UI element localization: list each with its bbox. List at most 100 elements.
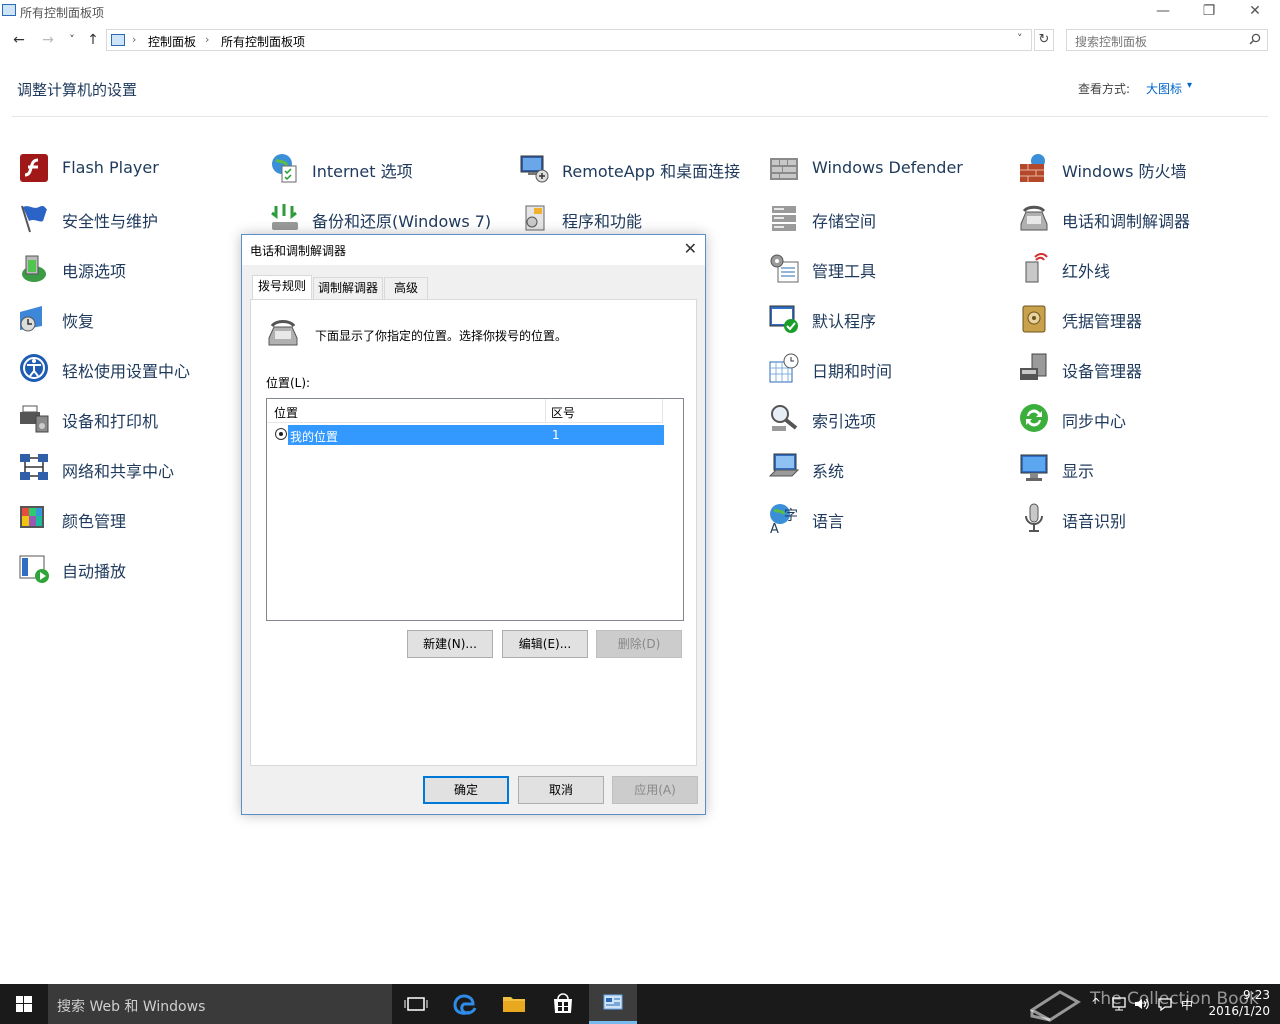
chevron-down-icon[interactable]: ▾ (1187, 80, 1192, 91)
window-titlebar: 所有控制面板项 — ❐ ✕ (0, 0, 1280, 24)
edit-location-button[interactable]: 编辑(E)... (502, 630, 588, 658)
windows-defender-icon (770, 158, 798, 180)
autoplay-icon (19, 555, 49, 583)
ok-button[interactable]: 确定 (423, 776, 509, 804)
item-label: 网络和共享中心 (62, 462, 175, 481)
new-location-button[interactable]: 新建(N)... (407, 630, 493, 658)
item-label: 电源选项 (62, 262, 127, 281)
ease-of-access-icon (20, 354, 48, 382)
list-header: 位置 区号 (267, 399, 663, 423)
dialog-description: 下面显示了你指定的位置。选择你拨号的位置。 (315, 329, 568, 343)
item-label: 语言 (812, 512, 845, 531)
search-input[interactable]: 搜索控制面板 (1066, 29, 1268, 51)
breadcrumb-all-items[interactable]: 所有控制面板项 (221, 33, 305, 50)
admin-tools-icon (770, 254, 799, 283)
clock-date: 2016/1/20 (1208, 1004, 1270, 1018)
address-bar[interactable]: › 控制面板 › 所有控制面板项 ˅ (106, 29, 1032, 51)
item-label: RemoteApp 和桌面连接 (562, 162, 741, 181)
system-icon (768, 453, 800, 477)
item-label: 程序和功能 (562, 212, 643, 231)
item-label: 电话和调制解调器 (1062, 212, 1191, 231)
minimize-button[interactable]: — (1140, 0, 1186, 24)
ime-indicator[interactable]: 中 (1181, 996, 1193, 1013)
dialog-title: 电话和调制解调器 (250, 244, 347, 258)
item-label: 日期和时间 (812, 362, 893, 381)
back-button[interactable]: ← (9, 30, 29, 50)
storage-spaces-icon (772, 206, 796, 231)
column-header-area-code[interactable]: 区号 (551, 404, 575, 421)
address-dropdown-icon[interactable]: ˅ (1017, 32, 1023, 45)
window-title: 所有控制面板项 (20, 6, 105, 20)
taskbar-search-input[interactable]: 搜索 Web 和 Windows (48, 984, 392, 1024)
taskbar: 搜索 Web 和 Windows The Collection Book ^ 中… (0, 984, 1280, 1024)
breadcrumb-separator[interactable]: › (205, 33, 209, 46)
column-separator[interactable] (662, 399, 663, 423)
item-label: 凭据管理器 (1062, 312, 1143, 331)
item-label: 显示 (1062, 462, 1095, 481)
dialing-rules-page: 下面显示了你指定的位置。选择你拨号的位置。 位置(L): 位置 区号 我的位置 … (250, 299, 697, 766)
file-explorer-icon[interactable] (490, 984, 538, 1024)
search-placeholder: 搜索控制面板 (1075, 35, 1148, 49)
item-label: 设备管理器 (1062, 362, 1143, 381)
close-button[interactable]: ✕ (1232, 0, 1278, 24)
forward-button[interactable]: → (38, 30, 58, 50)
display-icon (1020, 454, 1048, 481)
selected-location-radio[interactable] (275, 428, 287, 440)
tab-dialing-rules[interactable]: 拨号规则 (252, 275, 312, 299)
network-sharing-icon (20, 454, 48, 480)
svg-text:字: 字 (784, 508, 798, 524)
tab-advanced[interactable]: 高级 (384, 277, 428, 299)
windows-start-icon[interactable] (0, 984, 48, 1024)
recovery-icon (20, 306, 42, 332)
edge-browser-icon[interactable] (442, 984, 490, 1024)
locations-list[interactable]: 位置 区号 我的位置 1 (266, 398, 684, 621)
credential-manager-icon (1022, 305, 1046, 333)
view-by-dropdown[interactable]: 大图标 (1146, 80, 1182, 97)
tab-modems[interactable]: 调制解调器 (313, 277, 383, 299)
refresh-button[interactable]: ↻ (1034, 29, 1054, 51)
item-label: Flash Player (62, 158, 159, 177)
infrared-icon (1025, 253, 1048, 283)
phone-modem-icon (1020, 205, 1048, 231)
breadcrumb-separator[interactable]: › (132, 33, 136, 46)
tray-expand-icon[interactable]: ^ (1091, 996, 1101, 1010)
delete-location-button[interactable]: 删除(D) (596, 630, 682, 658)
list-item[interactable]: 我的位置 1 (288, 425, 664, 445)
up-button[interactable]: ↑ (83, 30, 103, 50)
clock-time: 9:23 (1243, 988, 1270, 1002)
phone-modem-icon (268, 320, 298, 346)
speech-recognition-icon (1025, 503, 1043, 532)
security-flag-icon (21, 205, 47, 233)
item-label: 轻松使用设置中心 (62, 362, 191, 381)
restore-button[interactable]: ❐ (1186, 0, 1232, 24)
control-panel-icon (2, 4, 16, 16)
dialog-titlebar: 电话和调制解调器 ✕ (242, 235, 705, 265)
recent-locations-button[interactable]: ˅ (62, 30, 82, 50)
store-icon[interactable] (539, 984, 587, 1024)
item-label: 语音识别 (1062, 512, 1127, 531)
control-panel-icon (111, 34, 125, 46)
dialog-close-button[interactable]: ✕ (684, 239, 697, 258)
devices-printers-icon (20, 405, 49, 433)
item-label: 系统 (812, 462, 845, 481)
search-icon[interactable] (1249, 33, 1261, 45)
task-view-icon[interactable] (392, 984, 440, 1024)
apply-button[interactable]: 应用(A) (612, 776, 698, 804)
network-icon[interactable] (1111, 996, 1127, 1012)
date-time-icon (769, 353, 799, 383)
action-center-icon[interactable] (1157, 996, 1173, 1012)
item-label: 默认程序 (812, 312, 877, 331)
cancel-button[interactable]: 取消 (518, 776, 604, 804)
item-label: 设备和打印机 (62, 412, 159, 431)
volume-icon[interactable] (1133, 996, 1149, 1012)
item-label: 管理工具 (812, 262, 877, 281)
item-label: 索引选项 (812, 412, 877, 431)
control-panel-taskbar-button[interactable] (589, 984, 637, 1024)
breadcrumb-control-panel[interactable]: 控制面板 (148, 33, 196, 50)
item-label: 同步中心 (1062, 412, 1127, 431)
device-manager-icon (1020, 353, 1047, 380)
column-header-location[interactable]: 位置 (274, 404, 298, 421)
column-separator[interactable] (545, 399, 546, 423)
clock[interactable]: 9:23 2016/1/20 (1208, 987, 1270, 1019)
firewall-icon (1020, 154, 1045, 182)
